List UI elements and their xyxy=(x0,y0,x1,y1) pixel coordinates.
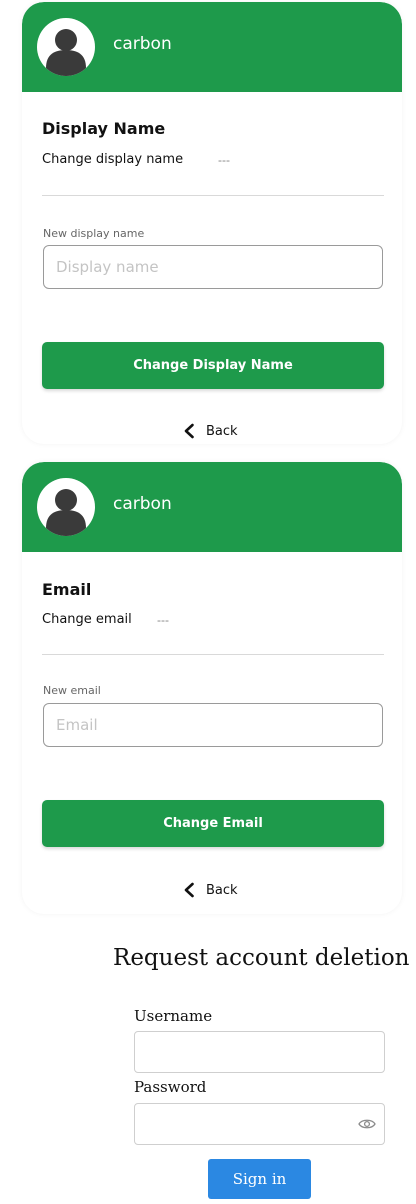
card-header: carbon xyxy=(22,462,402,552)
deletion-title: Request account deletion xyxy=(113,945,410,971)
current-display-name-value: --- xyxy=(218,153,230,167)
new-email-label: New email xyxy=(43,684,101,697)
section-title: Email xyxy=(42,580,92,599)
password-label: Password xyxy=(134,1078,207,1096)
username-input[interactable] xyxy=(134,1031,385,1073)
email-input[interactable] xyxy=(43,703,383,747)
app-name: carbon xyxy=(113,34,172,54)
divider xyxy=(42,654,384,655)
card-header: carbon xyxy=(22,2,402,92)
eye-icon[interactable] xyxy=(358,1117,376,1131)
app-name: carbon xyxy=(113,494,172,514)
user-silhouette-icon xyxy=(46,29,86,76)
divider xyxy=(42,195,384,196)
sign-in-button[interactable]: Sign in xyxy=(208,1159,311,1199)
user-silhouette-icon xyxy=(46,489,86,536)
display-name-card: carbon Display Name Change display name … xyxy=(22,2,402,444)
current-display-name-label: Change display name xyxy=(42,152,184,167)
back-button[interactable]: Back xyxy=(182,423,238,439)
avatar xyxy=(37,478,95,536)
new-display-name-label: New display name xyxy=(43,227,145,240)
chevron-left-icon xyxy=(184,423,194,439)
email-card: carbon Email Change email --- New email … xyxy=(22,462,402,914)
current-email-label: Change email xyxy=(42,612,132,627)
display-name-input[interactable] xyxy=(43,245,383,289)
back-button[interactable]: Back xyxy=(182,882,238,898)
section-title: Display Name xyxy=(42,119,166,138)
current-email-value: --- xyxy=(157,613,169,627)
back-label: Back xyxy=(206,423,238,439)
chevron-left-icon xyxy=(184,882,194,898)
back-label: Back xyxy=(206,882,238,898)
change-email-button[interactable]: Change Email xyxy=(42,800,384,847)
avatar xyxy=(37,18,95,76)
change-display-name-button[interactable]: Change Display Name xyxy=(42,342,384,389)
password-input[interactable] xyxy=(134,1103,385,1145)
username-label: Username xyxy=(134,1007,213,1025)
